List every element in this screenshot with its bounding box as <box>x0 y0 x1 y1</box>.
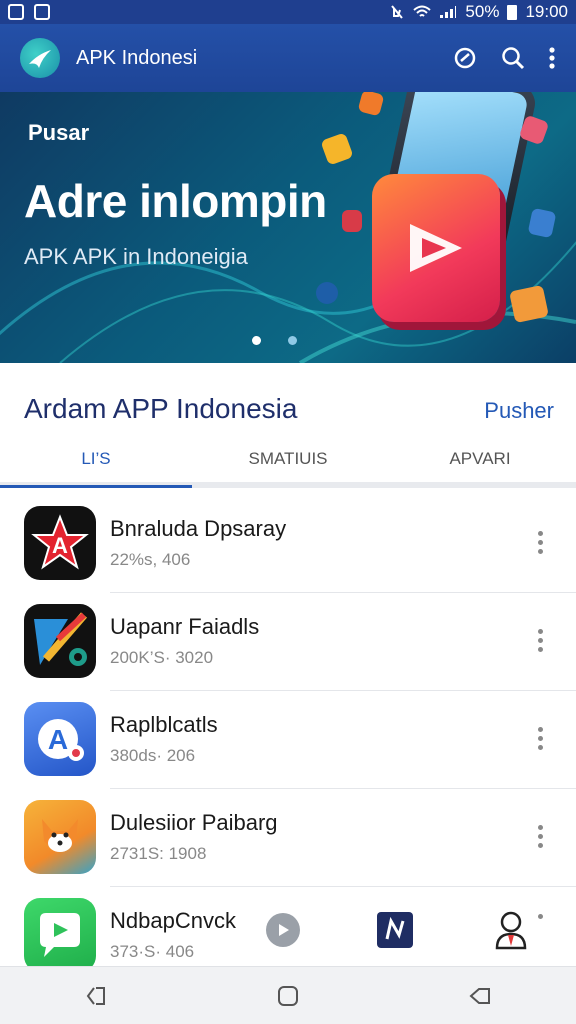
banner-eyebrow: Pusar <box>28 120 90 145</box>
banner-headline: Adre inlompin <box>24 175 327 227</box>
more-vert-icon[interactable] <box>538 531 544 554</box>
app-bar: APK Indonesi <box>0 24 576 92</box>
more-vert-icon[interactable] <box>538 914 544 919</box>
promo-banner[interactable]: Pusar Adre inlompin APK APK in Indoneigi… <box>0 92 576 363</box>
play-arrow-icon <box>410 224 462 272</box>
signal-icon <box>440 6 457 18</box>
more-vert-icon[interactable] <box>538 727 544 750</box>
mute-icon <box>391 5 404 19</box>
image-notification-icon <box>34 4 50 20</box>
back-icon <box>469 987 490 1004</box>
svg-text:A: A <box>52 533 68 558</box>
more-vert-icon[interactable] <box>548 46 556 70</box>
play-icon[interactable] <box>266 913 300 947</box>
search-icon[interactable] <box>500 45 526 71</box>
tab-bar: LI’S SMATIUIS APVARI <box>0 436 576 488</box>
list-item[interactable]: Dulesiior Paibarg 2731S: 1908 <box>0 788 576 886</box>
app-name: Dulesiior Paibarg <box>110 810 278 835</box>
app-title: APK Indonesi <box>76 46 198 69</box>
app-name: Raplblcatls <box>110 712 218 737</box>
back-button[interactable] <box>450 976 510 1016</box>
app-name: NdbapCnvck <box>110 908 236 933</box>
refresh-icon[interactable] <box>452 45 478 71</box>
app-meta: 2731S: 1908 <box>110 844 207 863</box>
more-vert-icon[interactable] <box>538 629 544 652</box>
app-logo <box>20 38 60 78</box>
list-item[interactable]: Uapanr Faiadls 200K’S· 3020 <box>0 592 576 690</box>
app-meta: 22%s, 406 <box>110 550 191 569</box>
recents-button[interactable] <box>66 976 126 1016</box>
app-list: A Bnraluda Dpsaray 22%s, 406 Uapanr Faia… <box>0 494 576 984</box>
more-vert-icon[interactable] <box>538 825 544 848</box>
notification-icon <box>8 4 24 20</box>
section-title: Ardam APP Indonesia <box>24 393 298 424</box>
battery-percent: 50% <box>465 2 500 21</box>
wifi-icon <box>413 5 432 17</box>
svg-text:A: A <box>48 724 68 755</box>
app-name: Uapanr Faiadls <box>110 614 260 639</box>
carousel-dot-active[interactable] <box>252 336 261 345</box>
section-more-link[interactable]: Pusher <box>484 398 554 424</box>
banner-subtitle: APK APK in Indoneigia <box>24 244 248 269</box>
tab-lis[interactable]: LI’S <box>0 436 192 488</box>
home-icon <box>278 985 298 1006</box>
tab-apvari[interactable]: APVARI <box>384 436 576 482</box>
recents-icon <box>86 986 105 1005</box>
status-bar: 50% 19:00 <box>0 0 576 24</box>
arrow-x-icon <box>24 604 96 678</box>
featured-app-icon <box>372 174 500 322</box>
n-logo-icon[interactable] <box>377 912 413 948</box>
home-button[interactable] <box>258 976 318 1016</box>
app-meta: 200K’S· 3020 <box>110 648 214 667</box>
user-avatar-icon[interactable] <box>494 910 528 950</box>
app-meta: 380ds· 206 <box>110 746 196 765</box>
floating-app-chip <box>342 210 362 232</box>
app-name: Bnraluda Dpsaray <box>110 516 287 541</box>
chat-bubble-icon <box>24 898 96 972</box>
tab-smatiuis[interactable]: SMATIUIS <box>192 436 384 482</box>
floating-app-chip <box>316 282 338 304</box>
battery-icon <box>507 4 518 20</box>
star-a-icon: A <box>24 506 96 580</box>
app-meta: 373·S· 406 <box>110 942 195 961</box>
list-item[interactable]: A Bnraluda Dpsaray 22%s, 406 <box>0 494 576 592</box>
carousel-dot[interactable] <box>288 336 297 345</box>
system-nav-bar <box>0 966 576 1024</box>
letter-a-icon: A <box>24 702 96 776</box>
list-item[interactable]: A Raplblcatls 380ds· 206 <box>0 690 576 788</box>
logo-swoosh-icon <box>29 50 51 68</box>
clock: 19:00 <box>525 2 568 21</box>
fox-icon <box>24 800 96 874</box>
